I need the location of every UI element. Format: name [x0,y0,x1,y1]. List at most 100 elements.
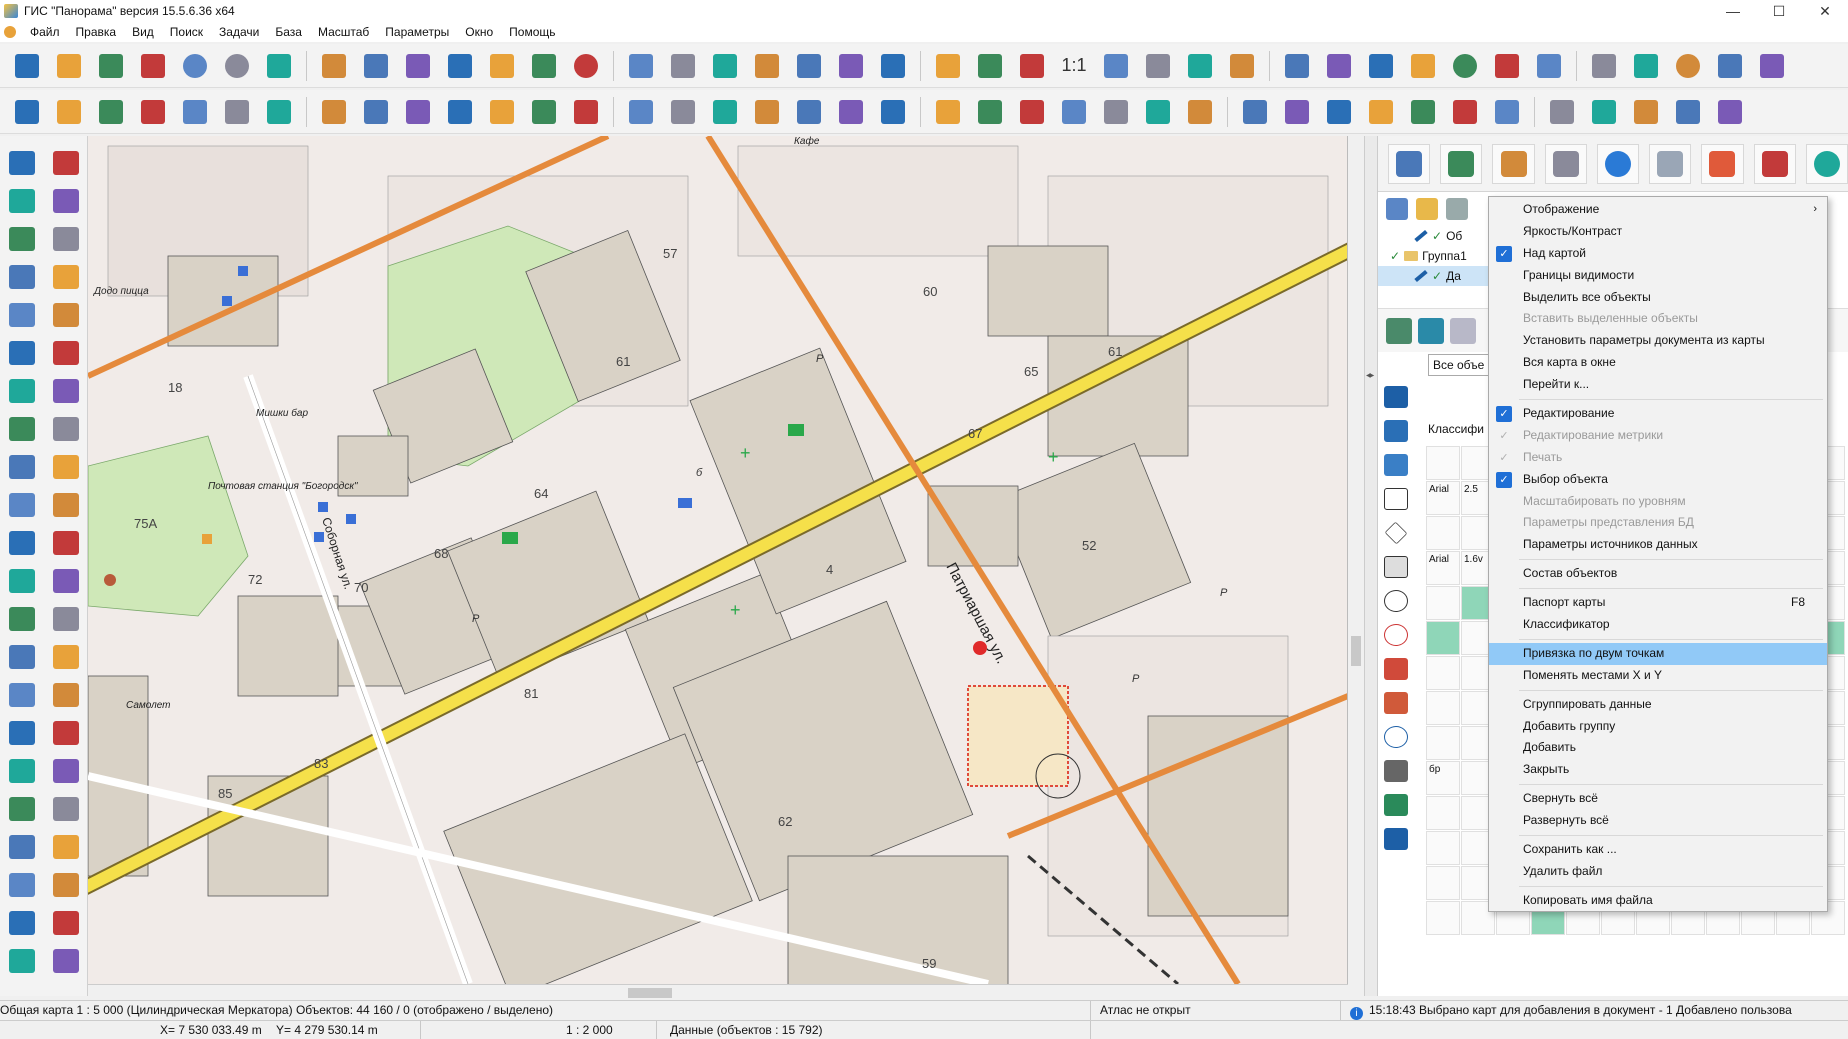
redo-blue-tool[interactable] [0,790,44,828]
context-menu-item[interactable]: Классификатор [1489,614,1827,636]
binoculars-dots-button[interactable] [441,49,479,83]
select-edit-button[interactable] [706,49,744,83]
tab-vector[interactable] [1701,143,1744,184]
arrow-back-button[interactable] [1223,49,1261,83]
tab-help[interactable] [1805,143,1848,184]
chart-line-tool[interactable] [44,942,88,980]
split2-button[interactable] [1013,95,1051,129]
draw-check-tool[interactable] [44,258,88,296]
brush3-tool[interactable] [44,638,88,676]
measure2-tool-icon[interactable] [1384,692,1408,714]
cross2-button[interactable] [1362,95,1400,129]
doc-icon[interactable] [1446,198,1468,220]
menu-help[interactable]: Помощь [501,25,563,39]
pencil-tool-tool[interactable] [0,144,44,182]
maximize-button[interactable]: ☐ [1756,0,1802,22]
frame-button[interactable] [1139,49,1177,83]
binoculars-globe-button[interactable] [567,49,605,83]
open-folder-button[interactable] [50,49,88,83]
zoom-out-button[interactable] [971,49,1009,83]
context-menu-item[interactable]: ✓ Редактирование [1489,403,1827,425]
brush-tool[interactable] [0,296,44,334]
menu-scale[interactable]: Масштаб [310,25,377,39]
ruler-button[interactable] [399,95,437,129]
rect-tool-icon[interactable] [1384,488,1408,510]
context-menu-item[interactable]: Привязка по двум точкам [1489,642,1827,665]
add-folder-icon[interactable] [1416,198,1438,220]
pointer-button[interactable] [1530,49,1568,83]
bracket3-button[interactable] [1585,95,1623,129]
symbol-cell[interactable] [1426,901,1460,935]
menu-edit[interactable]: Правка [68,25,125,39]
globe-pin-button[interactable] [1446,49,1484,83]
help-pointer-button[interactable] [1711,49,1749,83]
draw-dots-tool[interactable] [0,220,44,258]
cross4-button[interactable] [1446,95,1484,129]
stack-green-button[interactable] [134,95,172,129]
eraser-button[interactable] [664,49,702,83]
stamp-tool-icon[interactable] [1384,794,1408,816]
split-line-tool[interactable] [0,448,44,486]
tab-3d[interactable] [1492,143,1535,184]
tab-calc[interactable] [1544,143,1587,184]
question-pen-tool[interactable] [0,258,44,296]
symbol-cell[interactable] [1426,866,1460,900]
undo2-arrow-tool[interactable] [44,752,88,790]
context-menu-item[interactable]: Вся карта в окне [1489,352,1827,374]
measure-tool-icon[interactable] [1384,658,1408,680]
menu-parameters[interactable]: Параметры [377,25,457,39]
axis-button[interactable] [1278,95,1316,129]
binoculars-button[interactable] [357,49,395,83]
bracket-button[interactable] [1488,95,1526,129]
gear-tool-tool[interactable] [44,828,88,866]
pencil-dots-button[interactable] [50,95,88,129]
zoom-in-button[interactable] [1013,49,1051,83]
scissors2-button[interactable] [832,95,870,129]
text-abc2-tool[interactable] [44,600,88,638]
draw-line-tool[interactable] [0,182,44,220]
symbol-cell[interactable]: Arial [1426,551,1460,585]
context-menu-item[interactable]: Развернуть всё [1489,810,1827,832]
context-menu-item[interactable]: Поменять местами X и Y [1489,665,1827,687]
curve-left-tool[interactable] [0,866,44,904]
list-button[interactable] [622,49,660,83]
map-canvas[interactable]: + + + Патриаршая ул. Соборная ул. Додо п… [88,136,1348,984]
dbm-button[interactable] [134,49,172,83]
rsc-icon[interactable] [1450,317,1476,344]
tree-row-3[interactable]: ✓ Да [1378,266,1488,286]
chart-tool-tool[interactable] [44,676,88,714]
move-point-tool[interactable] [0,410,44,448]
context-menu-item[interactable]: Копировать имя файла [1489,890,1827,912]
lightning-button[interactable] [929,49,967,83]
menu-view[interactable]: Вид [124,25,162,39]
delete-x-tool[interactable] [0,372,44,410]
curve-tool-icon[interactable] [1384,386,1408,408]
tab-export[interactable] [1753,143,1796,184]
full-extent-button[interactable] [1097,49,1135,83]
object-layers-icon[interactable] [1418,317,1444,344]
pencil-a-tool[interactable] [44,524,88,562]
context-menu-item[interactable]: Сохранить как ... [1489,839,1827,861]
tree-row-1[interactable]: ✓ Об [1378,226,1488,246]
globe-button[interactable] [176,49,214,83]
tab-layers[interactable] [1388,143,1431,184]
symbol-cell[interactable] [1426,831,1460,865]
printer-button[interactable] [1585,49,1623,83]
binoculars-house-button[interactable] [525,49,563,83]
undo-arrow-tool[interactable] [0,752,44,790]
object-select-icon[interactable] [1386,317,1412,344]
panel-splitter[interactable] [1364,136,1378,996]
symbol-cell[interactable] [1426,516,1460,550]
printer2-button[interactable] [1627,49,1665,83]
stack-blue-button[interactable] [218,95,256,129]
open-map-button[interactable] [92,49,130,83]
scissors-tool-tool[interactable] [0,334,44,372]
menu-tasks[interactable]: Задачи [211,25,267,39]
wave-left-tool[interactable] [44,866,88,904]
symbol-cell[interactable] [1426,586,1460,620]
tree-button[interactable] [315,49,353,83]
stack-dots-button[interactable] [176,95,214,129]
pencil-blue-tool[interactable] [44,144,88,182]
copy-button[interactable] [567,95,605,129]
split-point-tool[interactable] [44,410,88,448]
